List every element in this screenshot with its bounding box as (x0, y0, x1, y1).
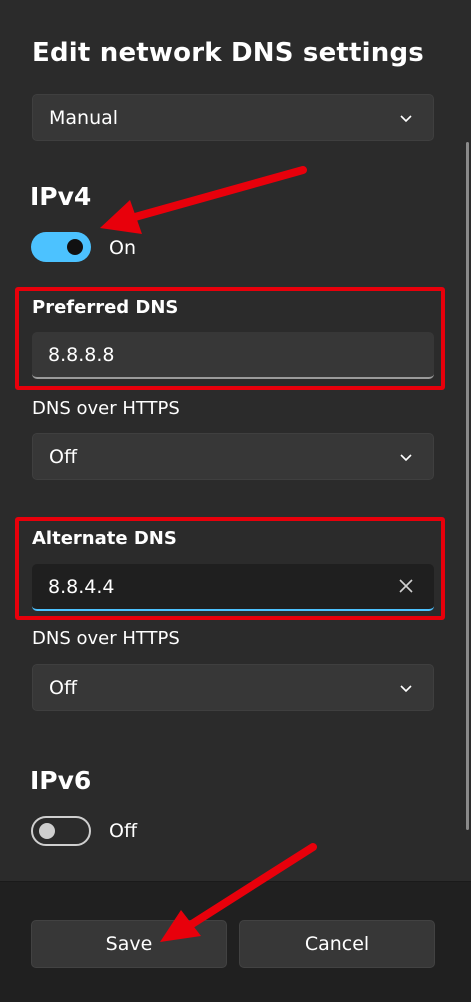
ipv4-toggle-state: On (109, 237, 136, 259)
preferred-dns-highlight (15, 287, 445, 390)
dns-mode-select[interactable]: Manual (32, 94, 434, 141)
preferred-https-value: Off (49, 446, 78, 468)
annotation-arrow (100, 166, 307, 234)
chevron-down-icon (400, 115, 412, 123)
alternate-https-select[interactable]: Off (32, 664, 434, 711)
dns-mode-value: Manual (49, 107, 119, 129)
cancel-button[interactable]: Cancel (239, 920, 435, 968)
preferred-https-select[interactable]: Off (32, 433, 434, 480)
ipv6-heading: IPv6 (30, 766, 92, 795)
dialog-title: Edit network DNS settings (32, 38, 424, 68)
preferred-https-label: DNS over HTTPS (32, 398, 180, 419)
toggle-knob (67, 239, 83, 255)
chevron-down-icon (400, 454, 412, 462)
alternate-dns-highlight (15, 517, 445, 620)
alternate-https-value: Off (49, 677, 78, 699)
ipv4-heading: IPv4 (30, 182, 92, 211)
toggle-knob (39, 823, 55, 839)
ipv4-toggle[interactable] (31, 232, 91, 262)
chevron-down-icon (400, 685, 412, 693)
annotation-arrows (100, 166, 317, 942)
ipv6-toggle[interactable] (31, 816, 91, 846)
save-button[interactable]: Save (31, 920, 227, 968)
dialog-footer: Save Cancel (0, 881, 471, 1002)
alternate-https-label: DNS over HTTPS (32, 628, 180, 649)
scrollbar[interactable] (466, 142, 469, 830)
ipv6-toggle-state: Off (109, 820, 138, 842)
edit-dns-dialog: Edit network DNS settings Manual IPv4 On… (0, 0, 471, 1002)
